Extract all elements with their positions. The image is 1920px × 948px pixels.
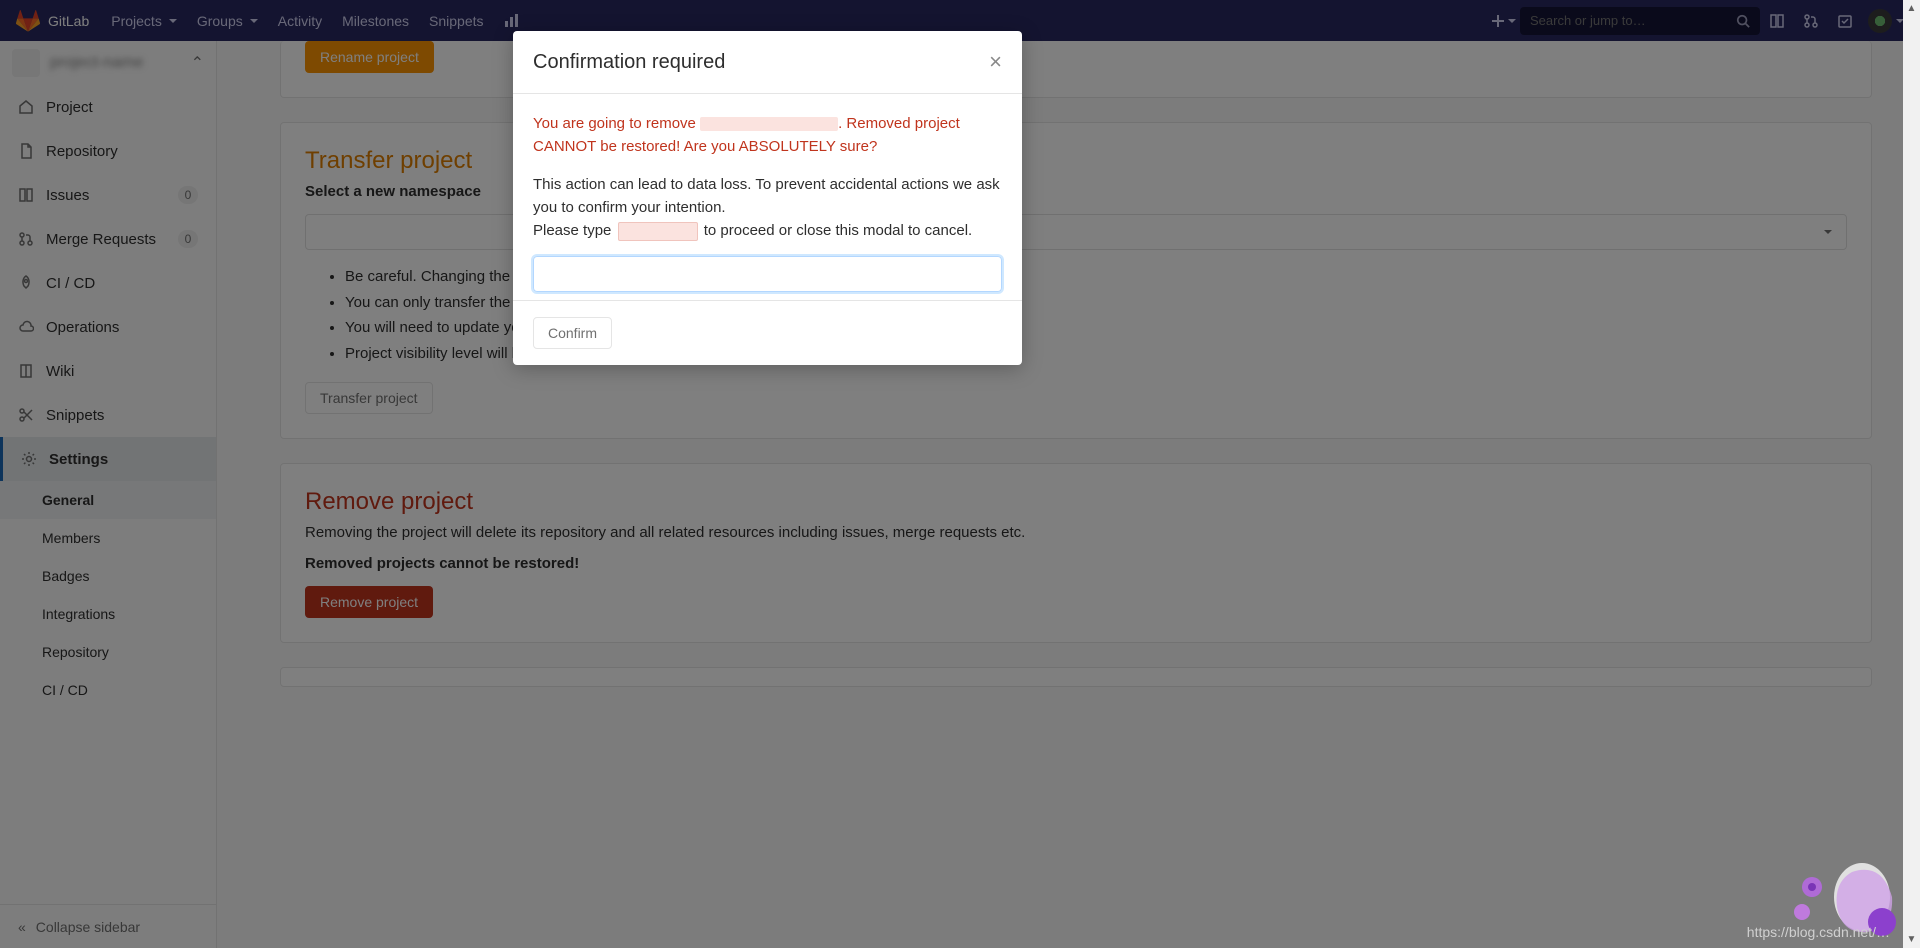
modal-warning: You are going to remove . Removed projec… <box>533 112 1002 159</box>
redacted-project-path <box>700 117 838 131</box>
confirmation-modal: Confirmation required × You are going to… <box>513 31 1022 365</box>
modal-header: Confirmation required × <box>513 31 1022 94</box>
modal-title: Confirmation required <box>533 51 725 74</box>
modal-body: You are going to remove . Removed projec… <box>513 94 1022 300</box>
confirm-button[interactable]: Confirm <box>533 317 612 349</box>
scroll-up-arrow[interactable]: ▲ <box>1903 0 1920 17</box>
page-scrollbar[interactable]: ▲ ▼ <box>1903 0 1920 948</box>
modal-close-button[interactable]: × <box>989 49 1002 75</box>
scroll-down-arrow[interactable]: ▼ <box>1903 931 1920 948</box>
confirmation-input[interactable] <box>533 256 1002 292</box>
modal-footer: Confirm <box>513 300 1022 365</box>
modal-body-text-1: This action can lead to data loss. To pr… <box>533 173 1002 220</box>
redacted-confirm-phrase <box>618 222 698 241</box>
modal-body-text-2: Please type to proceed or close this mod… <box>533 219 1002 242</box>
